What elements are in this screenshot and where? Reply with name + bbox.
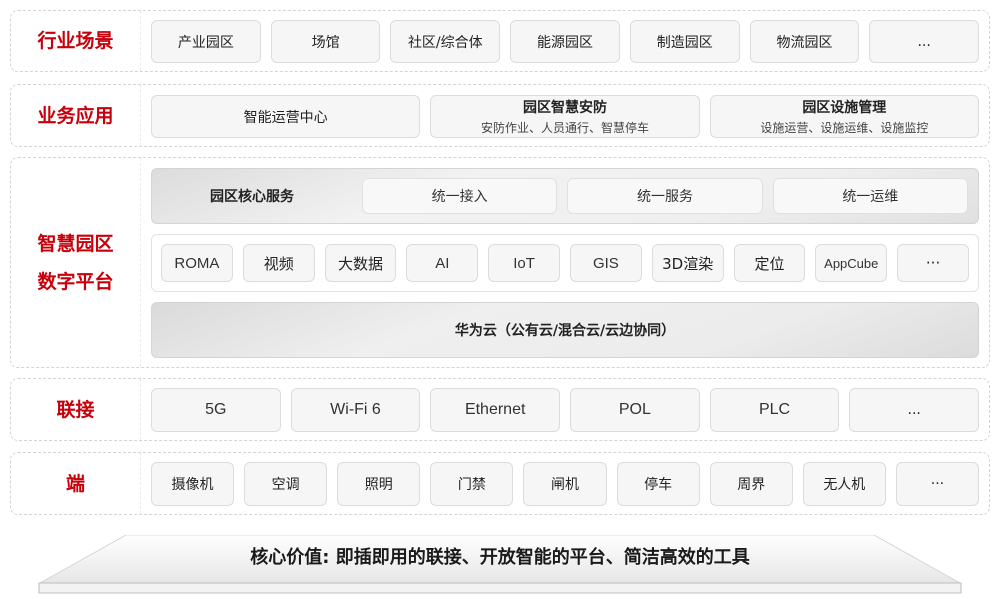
layer-title-line-2: 数字平台	[37, 270, 114, 293]
tech-video[interactable]: 视频	[242, 244, 315, 282]
device-parking[interactable]: 停车	[616, 462, 700, 506]
platform-front-edge	[38, 582, 962, 594]
app-intelligent-operation-center[interactable]: 智能运营中心	[151, 95, 421, 138]
scenario-energy-park[interactable]: 能源园区	[510, 20, 620, 63]
core-value-platform: 核心价值: 即插即用的联接、开放智能的平台、简洁高效的工具	[38, 535, 962, 595]
layer-title: 联接	[56, 398, 95, 421]
device-lighting[interactable]: 照明	[337, 462, 421, 506]
layer-label-digital-platform: 智慧园区 数字平台	[11, 158, 141, 367]
layer-connectivity: 联接 5G Wi-Fi 6 Ethernet POL PLC ...	[10, 378, 990, 441]
layer-title: 端	[65, 472, 85, 495]
conn-pol[interactable]: POL	[570, 388, 700, 432]
tech-more[interactable]: ···	[897, 244, 969, 282]
device-perimeter[interactable]: 周界	[709, 462, 793, 506]
layer-title-line-1: 智慧园区	[37, 232, 114, 255]
scenario-more[interactable]: ...	[869, 20, 980, 63]
layer-title: 业务应用	[37, 104, 114, 127]
app-title: 智能运营中心	[243, 109, 328, 126]
scenario-manufacturing-park[interactable]: 制造园区	[629, 20, 740, 63]
conn-plc[interactable]: PLC	[709, 388, 840, 432]
scenario-industrial-park[interactable]: 产业园区	[151, 20, 261, 63]
layer-label-connectivity: 联接	[11, 379, 141, 440]
core-unified-service[interactable]: 统一服务	[567, 178, 763, 214]
layer-business-applications: 业务应用 智能运营中心 园区智慧安防 安防作业、人员通行、智慧停车 园区设施管理…	[10, 84, 990, 147]
layer-devices: 端 摄像机 空调 照明 门禁 闸机 停车 周界 无人机 ···	[10, 452, 990, 515]
app-subtitle: 安防作业、人员通行、智慧停车	[480, 121, 649, 135]
app-subtitle: 设施运营、设施运维、设施监控	[760, 121, 929, 135]
tech-appcube[interactable]: AppCube	[815, 244, 888, 282]
app-park-security[interactable]: 园区智慧安防 安防作业、人员通行、智慧停车	[430, 95, 700, 138]
tech-big-data[interactable]: 大数据	[324, 244, 397, 282]
device-air-conditioner[interactable]: 空调	[244, 462, 328, 506]
app-facility-management[interactable]: 园区设施管理 设施运营、设施运维、设施监控	[709, 95, 979, 138]
scenario-community[interactable]: 社区/综合体	[390, 20, 501, 63]
tech-positioning[interactable]: 定位	[733, 244, 806, 282]
huawei-cloud-bar[interactable]: 华为云（公有云/混合云/云边协同）	[151, 302, 979, 358]
core-services-bar: 园区核心服务 统一接入 统一服务 统一运维	[151, 168, 979, 224]
conn-ethernet[interactable]: Ethernet	[430, 388, 561, 432]
app-title: 园区智慧安防	[522, 100, 607, 116]
device-access-control[interactable]: 门禁	[430, 462, 514, 506]
core-services-title: 园区核心服务	[210, 189, 294, 205]
conn-5g[interactable]: 5G	[151, 388, 281, 432]
layer-title: 行业场景	[37, 30, 114, 52]
scenario-logistics-park[interactable]: 物流园区	[749, 20, 860, 63]
app-title: 园区设施管理	[802, 100, 887, 116]
device-more[interactable]: ···	[895, 462, 979, 506]
layer-label-industry-scenarios: 行业场景	[11, 11, 141, 71]
layer-label-devices: 端	[11, 453, 141, 514]
core-unified-access[interactable]: 统一接入	[362, 178, 558, 214]
tech-roma[interactable]: ROMA	[161, 244, 233, 282]
device-gate[interactable]: 闸机	[523, 462, 607, 506]
tech-gis[interactable]: GIS	[569, 244, 642, 282]
conn-wifi6[interactable]: Wi-Fi 6	[290, 388, 421, 432]
layer-label-business-applications: 业务应用	[11, 85, 141, 146]
layer-industry-scenarios: 行业场景 产业园区 场馆 社区/综合体 能源园区 制造园区 物流园区 ...	[10, 10, 990, 72]
tech-capabilities-row: ROMA 视频 大数据 AI IoT GIS 3D渲染 定位 AppCube ·…	[151, 234, 979, 292]
tech-3d-rendering[interactable]: 3D渲染	[651, 244, 724, 282]
device-drone[interactable]: 无人机	[802, 462, 886, 506]
conn-more[interactable]: ...	[849, 388, 980, 432]
tech-ai[interactable]: AI	[406, 244, 479, 282]
core-unified-ops[interactable]: 统一运维	[772, 178, 968, 214]
device-camera[interactable]: 摄像机	[151, 462, 235, 506]
core-value-text: 核心价值: 即插即用的联接、开放智能的平台、简洁高效的工具	[250, 547, 750, 568]
scenario-venue[interactable]: 场馆	[270, 20, 381, 63]
tech-iot[interactable]: IoT	[488, 244, 560, 282]
layer-digital-platform: 智慧园区 数字平台 园区核心服务 统一接入 统一服务 统一运维 ROMA 视频 …	[10, 157, 990, 368]
